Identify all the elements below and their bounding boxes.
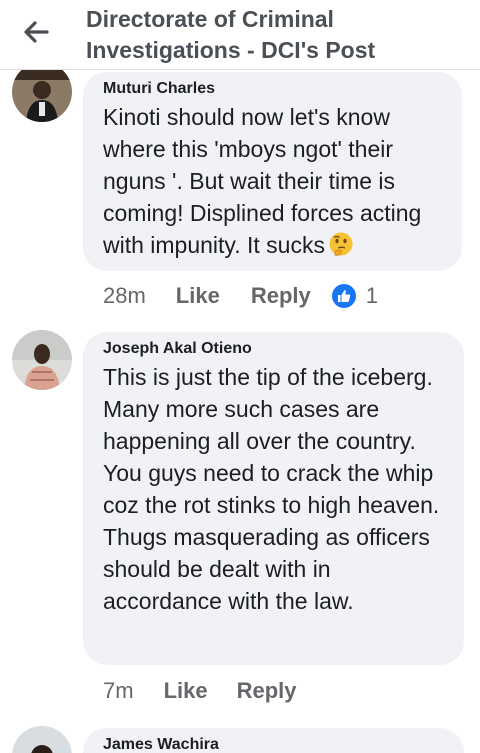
comment-time[interactable]: 28m <box>103 283 146 309</box>
reply-button[interactable]: Reply <box>251 283 311 309</box>
comment-text-body: Kinoti should now let's know where this … <box>103 104 422 258</box>
avatar-photo <box>12 62 72 122</box>
thinking-face-icon <box>328 231 354 257</box>
post-header: Directorate of Criminal Investigations -… <box>0 0 480 70</box>
avatar[interactable] <box>12 726 72 753</box>
comment-time[interactable]: 7m <box>103 678 134 704</box>
avatar[interactable] <box>12 330 72 390</box>
comment-text: Kinoti should now let's know where this … <box>103 101 442 261</box>
comment-bubble: James Wachira <box>83 728 464 753</box>
comment-text: This is just the tip of the iceberg. Man… <box>103 364 440 614</box>
comment-bubble: Joseph Akal Otieno This is just the tip … <box>83 332 464 665</box>
comment-bubble: Muturi Charles Kinoti should now let's k… <box>83 72 462 271</box>
avatar-photo <box>12 330 72 390</box>
avatar[interactable] <box>12 62 72 122</box>
page-title: Directorate of Criminal Investigations -… <box>86 6 376 63</box>
like-reaction-icon <box>331 284 356 308</box>
comment-author[interactable]: James Wachira <box>103 735 444 753</box>
avatar-photo <box>12 726 72 753</box>
back-button[interactable] <box>20 18 52 46</box>
comment-actions: 28m Like Reply 1 <box>103 281 378 311</box>
reply-button[interactable]: Reply <box>237 678 297 704</box>
like-button[interactable]: Like <box>164 678 208 704</box>
like-button[interactable]: Like <box>176 283 220 309</box>
reaction-summary[interactable]: 1 <box>331 283 378 309</box>
back-arrow-icon <box>24 21 49 43</box>
comment-author[interactable]: Joseph Akal Otieno <box>103 339 444 359</box>
comment-author[interactable]: Muturi Charles <box>103 79 442 99</box>
comment-actions: 7m Like Reply <box>103 676 297 706</box>
reaction-count: 1 <box>365 283 378 308</box>
